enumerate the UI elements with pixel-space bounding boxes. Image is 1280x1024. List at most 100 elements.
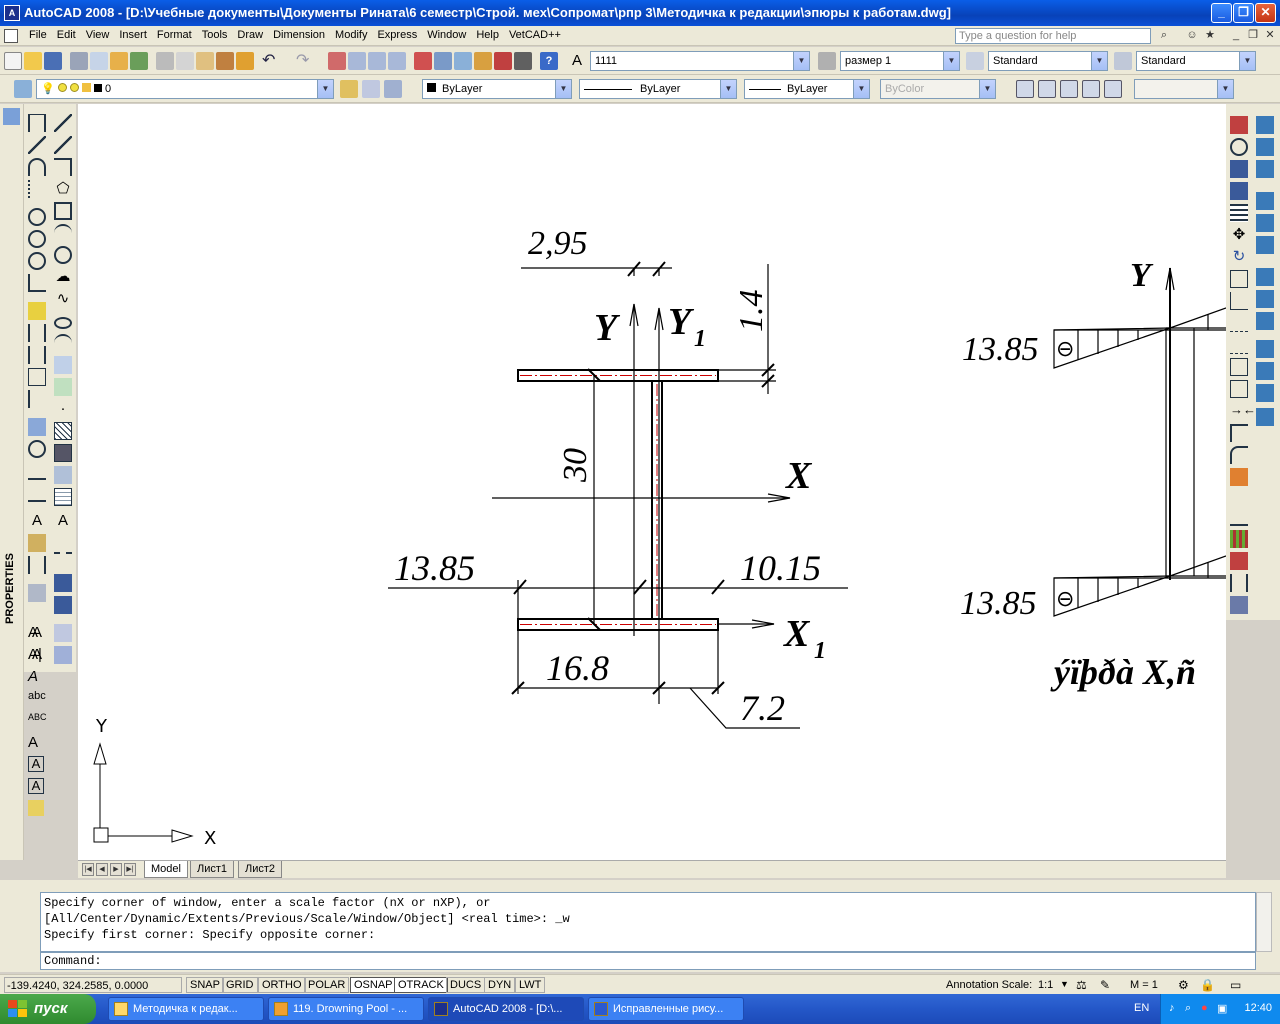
multileader-style-combo[interactable]: Standard ▼ <box>1136 51 1256 71</box>
fillet-icon[interactable] <box>1230 446 1248 464</box>
ucs-origin-icon[interactable] <box>1256 312 1274 330</box>
menu-help[interactable]: Help <box>471 29 504 41</box>
task-word-document[interactable]: Исправленные рису... <box>588 997 744 1021</box>
find-replace-icon[interactable]: abc <box>28 690 46 702</box>
table-style-combo[interactable]: Standard ▼ <box>988 51 1108 71</box>
menu-file[interactable]: File <box>24 29 52 41</box>
menu-format[interactable]: Format <box>152 29 197 41</box>
mleader-icon[interactable] <box>54 552 72 570</box>
menu-draw[interactable]: Draw <box>232 29 268 41</box>
ducs-toggle[interactable]: DUCS <box>446 977 486 993</box>
ellipse-icon[interactable] <box>54 317 72 329</box>
edit-hatch-icon[interactable] <box>1230 596 1248 614</box>
multileader-style-icon[interactable] <box>1114 52 1132 70</box>
menu-dimension[interactable]: Dimension <box>268 29 330 41</box>
tray-network-icon[interactable]: ▣ <box>1217 1002 1227 1015</box>
text-style-combo[interactable]: 1111 ▼ <box>590 51 810 71</box>
ellipse-arc-icon[interactable] <box>54 334 72 352</box>
arc-icon[interactable] <box>54 224 72 242</box>
menu-tools[interactable]: Tools <box>197 29 233 41</box>
command-history[interactable]: Specify corner of window, enter a scale … <box>40 892 1256 952</box>
move-icon[interactable]: ✥ <box>1230 226 1248 244</box>
menu-express[interactable]: Express <box>372 29 422 41</box>
annotation-scale-value[interactable]: 1:1 <box>1038 979 1053 991</box>
plot-preview-icon[interactable] <box>90 52 108 70</box>
otrack-toggle[interactable]: OTRACK <box>394 977 448 993</box>
redo-icon[interactable]: ↷ <box>296 52 314 70</box>
polygon-icon[interactable]: ⬠ <box>54 180 72 198</box>
dimension-update-icon[interactable] <box>28 556 46 574</box>
minimize-button[interactable]: _ <box>1211 3 1232 23</box>
autocad-app-icon[interactable]: A <box>4 5 20 21</box>
draworder-icon[interactable] <box>1230 508 1248 526</box>
table-data-icon[interactable] <box>1230 530 1248 548</box>
region-icon[interactable] <box>54 466 72 484</box>
snap-toggle[interactable]: SNAP <box>186 977 224 993</box>
zoom-window-icon[interactable] <box>368 52 386 70</box>
stretch-icon[interactable] <box>1230 292 1248 310</box>
menu-insert[interactable]: Insert <box>114 29 152 41</box>
menu-view[interactable]: View <box>81 29 115 41</box>
jogged-dimension-icon[interactable] <box>28 230 46 248</box>
break-dimension-icon[interactable] <box>1230 552 1248 570</box>
menu-modify[interactable]: Modify <box>330 29 372 41</box>
paste-icon[interactable] <box>196 52 214 70</box>
text-style-tool-icon[interactable]: A <box>28 624 38 641</box>
lwt-toggle[interactable]: LWT <box>515 977 546 993</box>
command-input[interactable]: Command: <box>40 952 1256 970</box>
mleader-add-icon[interactable] <box>54 574 72 592</box>
osnap-toggle[interactable]: OSNAP <box>350 977 397 993</box>
table-style-icon[interactable] <box>966 52 984 70</box>
gradient-icon[interactable] <box>54 444 72 462</box>
pan-icon[interactable] <box>328 52 346 70</box>
text-justify-icon[interactable]: A <box>28 778 44 794</box>
text-scale-icon[interactable]: A <box>28 756 44 772</box>
ucs-3point-icon[interactable] <box>1256 362 1274 380</box>
dyn-toggle[interactable]: DYN <box>484 977 516 993</box>
spline-icon[interactable]: ∿ <box>54 290 72 308</box>
annotation-visibility-icon[interactable]: ⚖ <box>1076 978 1087 992</box>
ucs-zaxis-icon[interactable] <box>1256 340 1274 358</box>
restore-button[interactable]: ❐ <box>1233 3 1254 23</box>
edit-text-tool-icon[interactable]: A <box>28 668 38 685</box>
dim-aligned-alt-icon[interactable] <box>1256 138 1274 156</box>
auto-scale-icon[interactable]: ✎ <box>1100 978 1110 992</box>
baseline-dimension-icon[interactable] <box>28 324 46 342</box>
linear-dimension-icon[interactable] <box>28 114 46 132</box>
scale-text-icon[interactable] <box>54 646 72 664</box>
drawing-area[interactable]: 2,95 1.4 30 13.85 10.15 16.8 7.2 Y Y 1 X… <box>78 104 1226 860</box>
coordinates-readout[interactable]: -139.4240, 324.2585, 0.0000 <box>4 977 182 993</box>
ucs-apply-icon[interactable] <box>1256 408 1274 426</box>
zoom-previous-icon[interactable] <box>388 52 406 70</box>
single-text-tool-icon[interactable]: A| <box>28 646 42 663</box>
text-style-manager-icon[interactable]: A <box>28 734 38 751</box>
tray-search-icon[interactable]: ⌕ <box>1185 1002 1191 1015</box>
design-center-icon[interactable] <box>434 52 452 70</box>
make-block-icon[interactable] <box>54 378 72 396</box>
grid-toggle[interactable]: GRID <box>222 977 258 993</box>
table-icon[interactable] <box>54 488 72 506</box>
erase-icon[interactable] <box>1230 116 1248 134</box>
explode-icon[interactable] <box>1230 468 1248 486</box>
search-icon[interactable]: ⌕ <box>1156 28 1172 44</box>
chamfer-icon[interactable] <box>1230 424 1248 442</box>
arc-length-icon[interactable] <box>28 158 46 176</box>
task-music-player[interactable]: 119. Drowning Pool - ... <box>268 997 424 1021</box>
3d-dwf-icon[interactable] <box>130 52 148 70</box>
spell-check-icon[interactable]: ABC <box>28 712 47 722</box>
undo-icon[interactable]: ↶ <box>262 52 280 70</box>
match-properties-icon[interactable] <box>216 52 234 70</box>
tolerance-icon[interactable] <box>28 418 46 436</box>
close-button[interactable]: ✕ <box>1255 3 1276 23</box>
dim-style-icon[interactable] <box>818 52 836 70</box>
polyline-icon[interactable] <box>54 158 72 176</box>
dimension-space-icon[interactable] <box>28 368 46 386</box>
ucs-object-icon[interactable] <box>1256 268 1274 286</box>
revision-cloud-icon[interactable]: ☁ <box>54 268 72 286</box>
clean-screen-icon[interactable]: ▭ <box>1230 978 1241 992</box>
mirror-icon[interactable] <box>1230 160 1248 178</box>
communication-center-icon[interactable]: ☺ <box>1184 28 1200 44</box>
doc-minimize-icon[interactable]: _ <box>1228 28 1244 44</box>
multiline-text-draw-icon[interactable]: A <box>54 512 72 530</box>
dim-style-combo[interactable]: размер 1 ▼ <box>840 51 960 71</box>
